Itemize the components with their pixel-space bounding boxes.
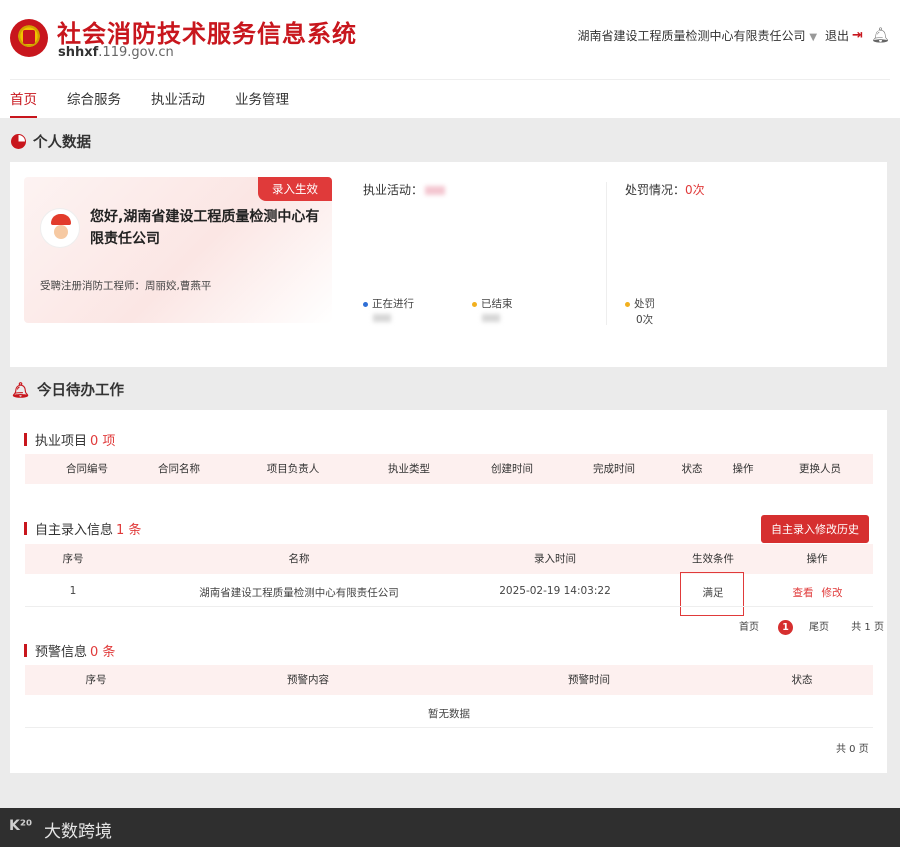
yellow-dot-icon xyxy=(472,301,477,307)
row-time: 2025-02-19 14:03:22 xyxy=(499,585,611,597)
watermark-text: 大数跨境 xyxy=(44,822,112,842)
panel-divider xyxy=(606,182,607,325)
registered-engineers: 受聘注册消防工程师：周丽姣,曹燕平 xyxy=(40,280,212,292)
app-domain: shhxf.119.gov.cn xyxy=(58,45,174,60)
col-warn-content[interactable]: 预警内容 xyxy=(287,665,329,695)
col-project-lead[interactable]: 项目负责人 xyxy=(267,454,320,484)
nav-item-home[interactable]: 首页 xyxy=(10,86,37,118)
col-change-staff[interactable]: 更换人员 xyxy=(799,454,841,484)
firefighter-avatar-icon xyxy=(40,208,80,248)
warnings-title: 预警信息 0 条 xyxy=(24,641,115,660)
nav-item-practice[interactable]: 执业活动 xyxy=(151,86,205,118)
profile-card: 录入生效 您好,湖南省建设工程质量检测中心有限责任公司 受聘注册消防工程师：周丽… xyxy=(24,177,332,323)
col-condition[interactable]: 生效条件 xyxy=(692,544,734,574)
col-action[interactable]: 操作 xyxy=(733,454,754,484)
empty-state: 暂无数据 xyxy=(428,708,470,720)
pager-first[interactable]: 首页 xyxy=(739,622,759,633)
penalty-count: 0次 xyxy=(636,314,654,326)
legend-finished: 已结束 xyxy=(472,296,513,311)
col-status[interactable]: 状态 xyxy=(682,454,703,484)
app-title: 社会消防技术服务信息系统 xyxy=(57,20,357,48)
personal-section-title: 个人数据 xyxy=(11,131,91,152)
col-index[interactable]: 序号 xyxy=(63,544,84,574)
nav-item-services[interactable]: 综合服务 xyxy=(67,86,121,118)
col-created-time[interactable]: 创建时间 xyxy=(491,454,533,484)
pie-chart-icon xyxy=(11,134,26,149)
logout-icon: ⇥ xyxy=(852,27,863,43)
entry-effective-tag[interactable]: 录入生效 xyxy=(258,177,332,201)
warnings-pager-total: 共 0 页 xyxy=(836,744,869,755)
bell-icon[interactable]: 🔔︎ xyxy=(871,26,890,44)
row-divider xyxy=(25,606,873,607)
projects-table-header: 合同编号 合同名称 项目负责人 执业类型 创建时间 完成时间 状态 操作 更换人… xyxy=(25,454,873,484)
todo-section-title: 🔔︎ 今日待办工作 xyxy=(11,380,125,400)
row-name: 湖南省建设工程质量检测中心有限责任公司 xyxy=(199,587,399,599)
row-index: 1 xyxy=(69,585,77,597)
col-practice-type[interactable]: 执业类型 xyxy=(388,454,430,484)
legend-penalty: 处罚 xyxy=(625,296,655,311)
org-switcher[interactable]: 湖南省建设工程质量检测中心有限责任公司 ▼ xyxy=(577,27,817,44)
pager-last[interactable]: 尾页 xyxy=(809,622,829,633)
legend-ongoing: 正在进行 xyxy=(363,296,414,311)
logout-button[interactable]: 退出 ⇥ xyxy=(825,27,863,44)
projects-title: 执业项目 0 项 xyxy=(24,430,115,449)
bottom-bar: K²⁰ 大数跨境 xyxy=(0,808,900,847)
self-entry-pager: 首页 1 尾页 共 1 页 xyxy=(739,618,884,635)
col-contract-name[interactable]: 合同名称 xyxy=(158,454,200,484)
col-contract-no[interactable]: 合同编号 xyxy=(66,454,108,484)
row-divider xyxy=(25,727,873,728)
col-warn-time[interactable]: 预警时间 xyxy=(568,665,610,695)
practice-activity: 执业活动： xyxy=(363,181,446,198)
ongoing-value xyxy=(373,313,391,325)
self-entry-history-button[interactable]: 自主录入修改历史 xyxy=(761,515,869,543)
edit-link[interactable]: 修改 xyxy=(822,585,843,600)
alarm-bell-icon: 🔔︎ xyxy=(11,380,31,399)
greeting-text: 您好,湖南省建设工程质量检测中心有限责任公司 xyxy=(90,209,320,247)
caret-down-icon: ▼ xyxy=(809,31,818,43)
finished-value xyxy=(482,313,500,325)
nav-item-business[interactable]: 业务管理 xyxy=(235,86,289,118)
warnings-table-header: 序号 预警内容 预警时间 状态 xyxy=(25,665,873,695)
app-header: 社会消防技术服务信息系统 shhxf.119.gov.cn 湖南省建设工程质量检… xyxy=(0,0,900,118)
col-name[interactable]: 名称 xyxy=(289,544,310,574)
self-entry-title: 自主录入信息 1 条 xyxy=(24,519,141,538)
header-divider xyxy=(10,79,890,80)
penalty-status: 处罚情况：0次 xyxy=(625,183,705,197)
header-user-area: 湖南省建设工程质量检测中心有限责任公司 ▼ 退出 ⇥ 🔔︎ xyxy=(577,26,890,44)
fire-service-emblem-icon xyxy=(10,19,48,57)
todo-panel: 执业项目 0 项 合同编号 合同名称 项目负责人 执业类型 创建时间 完成时间 状… xyxy=(10,410,887,773)
watermark-logo-icon: K²⁰ xyxy=(9,818,33,834)
col-finished-time[interactable]: 完成时间 xyxy=(593,454,635,484)
col-entry-time[interactable]: 录入时间 xyxy=(534,544,576,574)
pager-current-page[interactable]: 1 xyxy=(778,620,794,635)
pager-total: 共 1 页 xyxy=(851,622,884,633)
view-link[interactable]: 查看 xyxy=(793,585,814,600)
personal-data-panel: 录入生效 您好,湖南省建设工程质量检测中心有限责任公司 受聘注册消防工程师：周丽… xyxy=(10,162,887,367)
col-warn-index[interactable]: 序号 xyxy=(86,665,107,695)
col-operation[interactable]: 操作 xyxy=(807,544,828,574)
self-entry-table-header: 序号 名称 录入时间 生效条件 操作 xyxy=(25,544,873,574)
blurred-value xyxy=(425,186,446,195)
condition-highlight-box xyxy=(680,572,744,616)
blue-dot-icon xyxy=(363,301,368,307)
main-nav: 首页 综合服务 执业活动 业务管理 xyxy=(10,86,319,118)
col-warn-status[interactable]: 状态 xyxy=(792,665,813,695)
yellow-dot-icon xyxy=(625,301,630,307)
